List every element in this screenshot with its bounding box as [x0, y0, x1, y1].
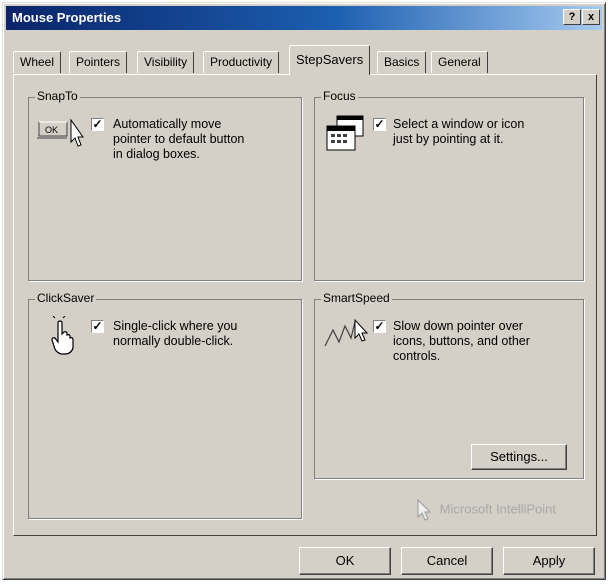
tab-basics[interactable]: Basics	[377, 51, 427, 73]
tab-pointers[interactable]: Pointers	[69, 51, 128, 73]
smartspeed-group: SmartSpeed ✓ Slow down pointer over icon…	[314, 291, 584, 479]
snapto-group-title: SnapTo	[35, 89, 80, 103]
mouse-properties-window: Mouse Properties ? x Wheel Pointers Visi…	[2, 2, 606, 580]
window-focus-icon	[325, 114, 367, 154]
tab-general[interactable]: General	[431, 51, 488, 73]
intellipoint-label: Microsoft IntelliPoint	[439, 501, 556, 517]
clicksaver-label[interactable]: Single-click where you normally double-c…	[113, 319, 237, 349]
snapto-label-line2: pointer to default button	[113, 132, 245, 146]
clicksaver-checkbox[interactable]: ✓	[91, 320, 104, 333]
snapto-group: SnapTo OK ✓ Automatically move pointer t…	[28, 89, 302, 281]
cancel-button[interactable]: Cancel	[401, 547, 493, 575]
settings-button[interactable]: Settings...	[471, 444, 567, 470]
clicksaver-group: ClickSaver ✓ Single-click where you norm…	[28, 291, 302, 519]
smartspeed-label[interactable]: Slow down pointer over icons, buttons, a…	[393, 319, 530, 364]
stepsavers-panel: SnapTo OK ✓ Automatically move pointer t…	[13, 74, 597, 536]
clicksaver-group-title: ClickSaver	[35, 291, 97, 305]
close-button[interactable]: x	[582, 9, 600, 25]
help-button[interactable]: ?	[563, 9, 581, 25]
smartspeed-label-line2: icons, buttons, and other	[393, 334, 530, 348]
clicksaver-label-line1: Single-click where you	[113, 319, 238, 333]
apply-button[interactable]: Apply	[503, 547, 595, 575]
focus-group-title: Focus	[321, 89, 358, 103]
focus-label-line2: just by pointing at it.	[393, 132, 504, 146]
snapto-checkbox[interactable]: ✓	[91, 118, 104, 131]
snapto-label-line1: Automatically move	[113, 117, 222, 131]
clicksaver-label-line2: normally double-click.	[113, 334, 234, 348]
focus-checkbox[interactable]: ✓	[373, 118, 386, 131]
tab-wheel[interactable]: Wheel	[13, 51, 62, 73]
intellipoint-cursor-icon	[416, 499, 432, 521]
intellipoint-brand: Microsoft IntelliPoint	[416, 499, 556, 521]
tab-visibility[interactable]: Visibility	[137, 51, 195, 73]
hand-click-icon	[49, 316, 79, 356]
slow-pointer-icon	[323, 316, 371, 350]
tab-productivity[interactable]: Productivity	[203, 51, 280, 73]
snapto-label-line3: in dialog boxes.	[113, 147, 200, 161]
snapto-icon-label: OK	[45, 125, 58, 135]
tab-stepsavers[interactable]: StepSavers	[289, 45, 371, 75]
focus-group: Focus ✓ Select a window or icon just by …	[314, 89, 584, 281]
window-title: Mouse Properties	[12, 10, 122, 25]
focus-label-line1: Select a window or icon	[393, 117, 525, 131]
smartspeed-label-line3: controls.	[393, 349, 441, 363]
smartspeed-label-line1: Slow down pointer over	[393, 319, 523, 333]
smartspeed-checkbox[interactable]: ✓	[373, 320, 386, 333]
smartspeed-group-title: SmartSpeed	[321, 291, 392, 305]
ok-button[interactable]: OK	[299, 547, 391, 575]
snapto-label[interactable]: Automatically move pointer to default bu…	[113, 117, 244, 162]
focus-label[interactable]: Select a window or icon just by pointing…	[393, 117, 524, 147]
snapto-pointer-icon: OK	[37, 116, 85, 152]
title-bar[interactable]: Mouse Properties ? x	[6, 6, 602, 30]
